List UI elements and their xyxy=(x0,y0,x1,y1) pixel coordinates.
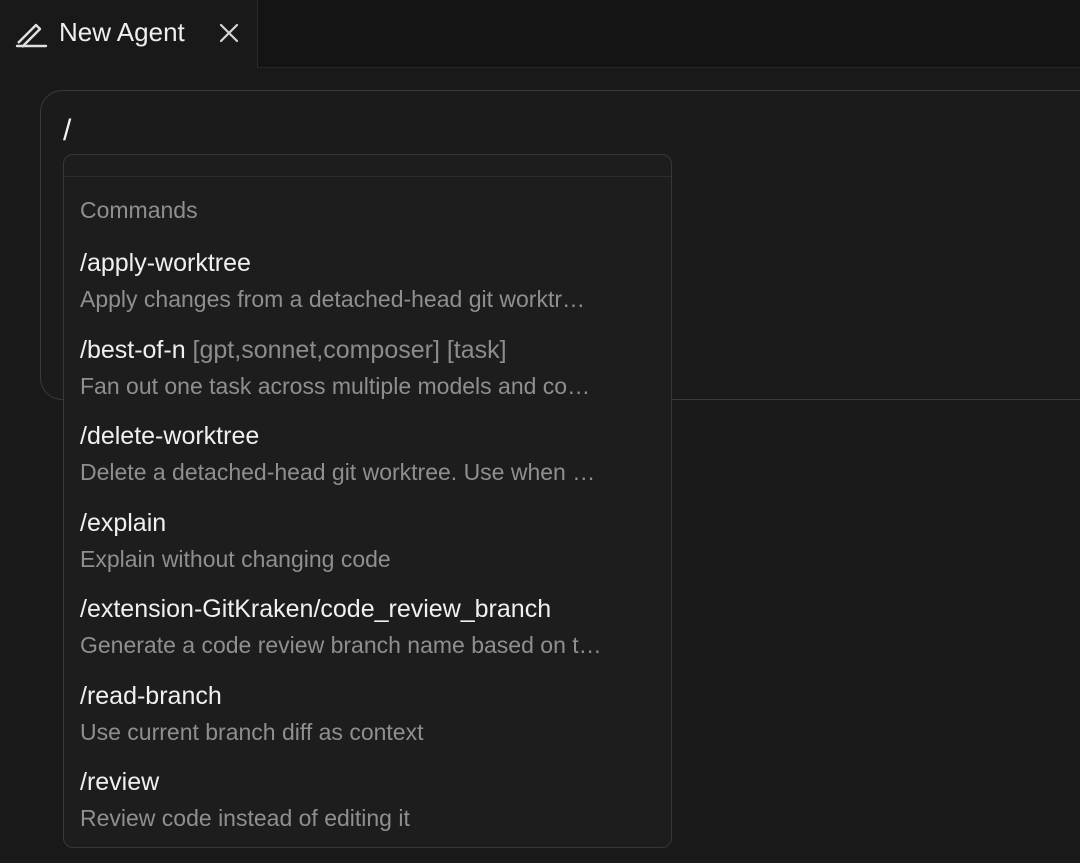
tab-title: New Agent xyxy=(59,17,185,47)
command-item-delete-worktree[interactable]: /delete-worktree Delete a detached-head … xyxy=(64,420,671,506)
command-args: [gpt,sonnet,composer] [task] xyxy=(185,336,507,364)
command-item-review[interactable]: /review Review code instead of editing i… xyxy=(64,766,671,847)
command-name: /delete-worktree xyxy=(80,422,260,450)
section-label-commands: Commands xyxy=(80,197,198,223)
command-dropdown: Commands /apply-worktree Apply changes f… xyxy=(63,154,672,848)
close-icon[interactable] xyxy=(216,20,242,46)
composer-input-text[interactable]: / xyxy=(63,113,71,149)
command-item-extension-gitkraken-code-review-branch[interactable]: /extension-GitKraken/code_review_branch … xyxy=(64,593,671,679)
command-description: Generate a code review branch name based… xyxy=(80,632,602,658)
command-description: Fan out one task across multiple models … xyxy=(80,373,591,399)
tab-new-agent[interactable]: New Agent xyxy=(0,0,258,68)
command-name: /best-of-n xyxy=(80,336,186,364)
command-name: /read-branch xyxy=(80,682,222,710)
command-name: /extension-GitKraken/code_review_branch xyxy=(80,595,552,623)
command-name: /review xyxy=(80,768,160,796)
command-description: Use current branch diff as context xyxy=(80,719,424,745)
tab-bar: New Agent xyxy=(0,0,1080,68)
command-description: Delete a detached-head git worktree. Use… xyxy=(80,459,596,485)
dropdown-divider xyxy=(64,176,671,177)
command-item-read-branch[interactable]: /read-branch Use current branch diff as … xyxy=(64,680,671,766)
command-item-apply-worktree[interactable]: /apply-worktree Apply changes from a det… xyxy=(64,247,671,333)
command-name: /explain xyxy=(80,509,167,537)
command-description: Review code instead of editing it xyxy=(80,805,410,831)
pencil-icon xyxy=(14,18,48,48)
command-description: Explain without changing code xyxy=(80,546,391,572)
command-description: Apply changes from a detached-head git w… xyxy=(80,286,585,312)
command-item-explain[interactable]: /explain Explain without changing code xyxy=(64,507,671,593)
command-item-best-of-n[interactable]: /best-of-n [gpt,sonnet,composer] [task] … xyxy=(64,334,671,420)
command-name: /apply-worktree xyxy=(80,249,251,277)
